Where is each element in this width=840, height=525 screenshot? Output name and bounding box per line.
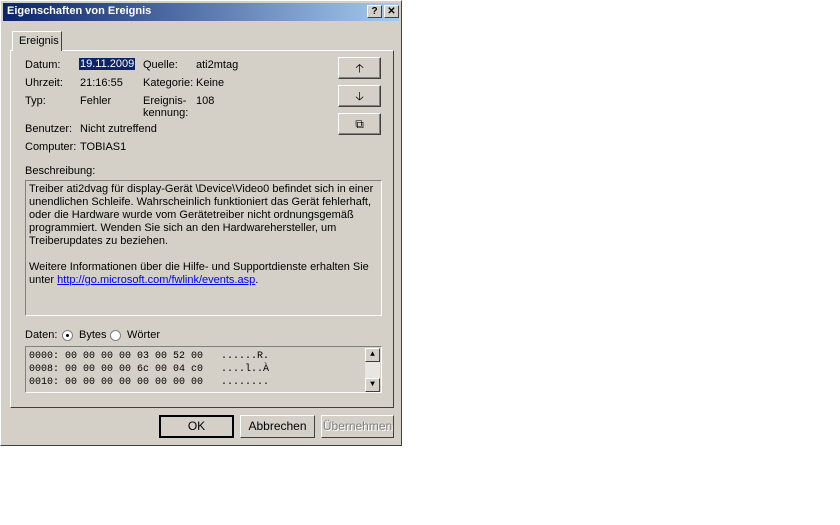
bytes-radio[interactable] — [62, 330, 73, 341]
source-value[interactable]: ati2mtag — [196, 59, 238, 71]
tab-ereignis[interactable]: Ereignis — [12, 31, 62, 51]
user-label: Benutzer: — [25, 123, 73, 135]
event-id-label-line1: Ereignis- — [143, 95, 187, 107]
event-id-value[interactable]: 108 — [196, 95, 214, 107]
data-row: 0000: 00 00 00 00 03 00 52 00 ......R. — [29, 351, 270, 362]
window-title: Eigenschaften von Ereignis — [7, 5, 152, 17]
cancel-button[interactable]: Abbrechen — [240, 415, 315, 438]
data-row: 0010: 00 00 00 00 00 00 00 00 ........ — [29, 377, 270, 388]
more-info-end: . — [255, 274, 259, 286]
title-bar[interactable]: Eigenschaften von Ereignis ? ✕ — [3, 3, 399, 21]
radio-selected-dot — [66, 334, 69, 337]
description-more-info: Weitere Informationen über die Hilfe- un… — [29, 261, 378, 287]
user-value[interactable]: Nicht zutreffend — [80, 123, 157, 135]
arrow-up-icon: 🡡 — [355, 61, 364, 75]
data-label: Daten: — [25, 329, 58, 341]
help-button[interactable]: ? — [367, 5, 382, 18]
time-value[interactable]: 21:16:55 — [80, 77, 123, 89]
next-event-button[interactable]: 🡣 — [338, 85, 381, 107]
bytes-radio-label[interactable]: Bytes — [79, 329, 107, 341]
data-row: 0008: 00 00 00 00 6c 00 04 c0 ....l..À — [29, 364, 270, 375]
event-id-label-line2: kennung: — [143, 107, 189, 119]
computer-label: Computer: — [25, 141, 77, 153]
copy-event-button[interactable]: ⧉ — [338, 113, 381, 135]
description-label: Beschreibung: — [25, 165, 96, 177]
data-scrollbar[interactable]: ▲ ▼ — [365, 348, 380, 392]
words-radio-label[interactable]: Wörter — [127, 329, 160, 341]
source-label: Quelle: — [143, 59, 178, 71]
computer-value[interactable]: TOBIAS1 — [80, 141, 126, 153]
previous-event-button[interactable]: 🡡 — [338, 57, 381, 79]
words-radio[interactable] — [110, 330, 121, 341]
description-text: Treiber ati2dvag für display-Gerät \Devi… — [29, 183, 374, 247]
arrow-down-icon: 🡣 — [355, 89, 364, 103]
copy-icon: ⧉ — [355, 117, 364, 131]
scroll-up-icon[interactable]: ▲ — [365, 348, 380, 362]
date-value[interactable]: 19.11.2009 — [79, 58, 136, 70]
data-hex-box[interactable]: 0000: 00 00 00 00 03 00 52 00 ......R. 0… — [25, 346, 382, 393]
time-label: Uhrzeit: — [25, 77, 63, 89]
event-properties-dialog: Eigenschaften von Ereignis ? ✕ Ereignis … — [0, 0, 402, 446]
type-value[interactable]: Fehler — [80, 95, 111, 107]
date-label: Datum: — [25, 59, 61, 71]
category-label: Kategorie: — [143, 77, 194, 89]
ok-button[interactable]: OK — [159, 415, 234, 438]
scroll-down-icon[interactable]: ▼ — [365, 378, 380, 392]
apply-button[interactable]: Übernehmen — [321, 415, 394, 438]
type-label: Typ: — [25, 95, 46, 107]
category-value[interactable]: Keine — [196, 77, 224, 89]
description-box[interactable]: Treiber ati2dvag für display-Gerät \Devi… — [25, 180, 382, 316]
close-button[interactable]: ✕ — [384, 5, 399, 18]
tab-ereignis-label: Ereignis — [19, 35, 59, 47]
events-help-link[interactable]: http://go.microsoft.com/fwlink/events.as… — [57, 274, 255, 286]
